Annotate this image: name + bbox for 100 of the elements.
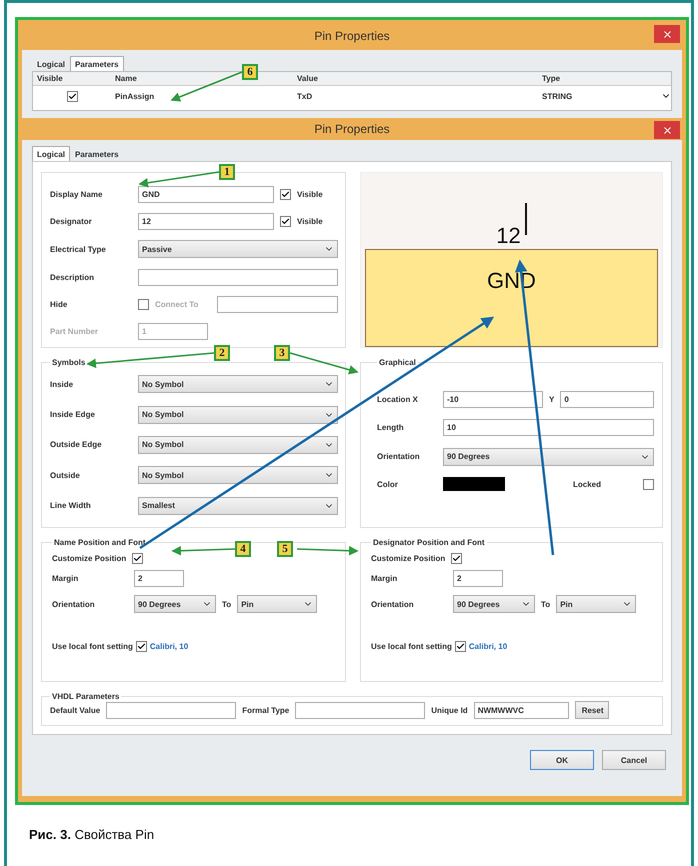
close-icon <box>662 124 672 136</box>
dropdown[interactable]: No Symbol <box>138 436 338 454</box>
dialog-button[interactable]: OK <box>530 750 594 770</box>
field-label: Unique Id <box>431 706 468 714</box>
input-field[interactable]: 10 <box>443 419 654 436</box>
checkbox[interactable] <box>136 641 147 652</box>
window-title: Pin Properties <box>314 29 390 43</box>
tab[interactable]: Logical <box>32 146 70 161</box>
group-title: VHDL Parameters <box>51 692 120 701</box>
checkbox[interactable] <box>280 189 291 200</box>
input-field[interactable]: 2 <box>453 570 503 587</box>
field-label: Inside Edge <box>50 410 96 420</box>
field-label: Margin <box>52 574 80 583</box>
input-field[interactable]: GND <box>138 186 274 204</box>
callout-arrow <box>170 71 242 102</box>
field-label: Use local font setting <box>52 642 133 651</box>
input-field[interactable] <box>106 702 236 718</box>
field-label: Visible <box>297 217 323 226</box>
color-swatch[interactable] <box>443 477 505 492</box>
field-label: Length <box>377 423 405 432</box>
checkbox[interactable] <box>132 553 144 564</box>
field-label: Orientation <box>377 452 421 462</box>
callout-arrow <box>290 352 359 374</box>
group-title: Name Position and Font <box>53 538 147 547</box>
dropdown[interactable]: 90 Degrees <box>443 448 654 466</box>
field-label: Part Number <box>50 326 100 336</box>
field-label: To <box>222 600 232 608</box>
input-field[interactable]: -10 <box>443 390 543 408</box>
field-label: Formal Type <box>242 706 290 714</box>
field-label: Customize Position <box>52 554 126 563</box>
callout-number: 5 <box>277 541 293 557</box>
pin-line <box>524 203 527 235</box>
group-title: Symbols <box>51 358 86 367</box>
input-field[interactable]: 2 <box>134 570 184 587</box>
font-link[interactable]: Calibri, 10 <box>150 642 188 651</box>
input-field[interactable]: 12 <box>138 213 274 230</box>
column-header[interactable]: Type <box>538 74 671 83</box>
callout-number: 2 <box>214 345 230 361</box>
checkbox[interactable] <box>138 298 149 310</box>
field-label: Margin <box>371 574 398 583</box>
input-field[interactable] <box>217 296 338 313</box>
field-label: Default Value <box>50 706 100 714</box>
field-label: Connect To <box>155 300 200 309</box>
field-label: Designator <box>50 217 93 226</box>
dropdown[interactable]: Smallest <box>138 496 338 515</box>
field-label: Electrical Type <box>50 244 107 254</box>
field-label: Inside <box>50 380 74 389</box>
checkbox[interactable] <box>643 478 654 490</box>
tab[interactable]: Parameters <box>70 146 124 161</box>
field-label: Locked <box>572 480 601 489</box>
dropdown[interactable]: 90 Degrees <box>134 595 216 613</box>
field-label: Visible <box>297 190 323 200</box>
field-label: Outside <box>50 470 81 480</box>
dropdown[interactable]: Pin <box>237 595 318 613</box>
dropdown[interactable]: No Symbol <box>138 406 338 424</box>
field-label: Display Name <box>50 190 104 200</box>
field-label: Location X <box>377 394 419 404</box>
close-icon <box>662 28 672 40</box>
dropdown[interactable]: Passive <box>138 240 338 258</box>
callout-number: 4 <box>235 541 251 557</box>
close-button[interactable] <box>654 25 680 43</box>
window-title: Pin Properties <box>314 122 390 136</box>
column-header[interactable]: Value <box>293 74 538 83</box>
field-label: Description <box>50 272 96 282</box>
field-label: Hide <box>50 300 68 309</box>
field-label: Color <box>377 480 399 489</box>
table-cell-text: PinAssign <box>114 92 156 100</box>
close-button[interactable] <box>654 121 680 139</box>
tab[interactable]: Parameters <box>70 56 124 71</box>
font-link[interactable]: Calibri, 10 <box>468 642 508 651</box>
callout-arrow <box>296 546 359 556</box>
group-title: Graphical <box>378 358 417 367</box>
table-cell-text: TxD <box>296 92 314 100</box>
field-label: Y <box>549 394 554 404</box>
tab[interactable]: Logical <box>32 56 70 71</box>
field-label: Customize Position <box>371 554 446 563</box>
field-label: Orientation <box>371 600 415 608</box>
input-field[interactable]: 0 <box>560 390 654 408</box>
field-label: To <box>541 600 550 608</box>
checkbox[interactable] <box>451 553 462 564</box>
preview-designator: 12 <box>496 223 521 249</box>
dropdown[interactable]: No Symbol <box>138 466 338 484</box>
dropdown[interactable]: 90 Degrees <box>453 595 535 613</box>
dropdown[interactable]: Pin <box>556 595 636 613</box>
checkbox[interactable] <box>280 216 291 228</box>
input-field[interactable] <box>138 268 338 286</box>
checkbox[interactable] <box>454 641 466 652</box>
field-label: Orientation <box>52 600 96 608</box>
callout-number: 3 <box>274 345 290 361</box>
input-field[interactable]: NWMWWVC <box>474 702 569 718</box>
dropdown[interactable]: No Symbol <box>138 375 338 394</box>
column-header[interactable]: Visible <box>33 74 111 83</box>
checkbox[interactable] <box>66 90 78 102</box>
group-title: Designator Position and Font <box>372 538 486 547</box>
dialog-button[interactable]: Cancel <box>602 750 666 770</box>
field-label: Use local font setting <box>371 642 452 651</box>
callout-number: 1 <box>219 164 235 180</box>
reset-button[interactable]: Reset <box>574 701 609 719</box>
figure-caption: Рис. 3. Свойства Pin <box>29 827 156 842</box>
input-field[interactable] <box>295 702 426 718</box>
